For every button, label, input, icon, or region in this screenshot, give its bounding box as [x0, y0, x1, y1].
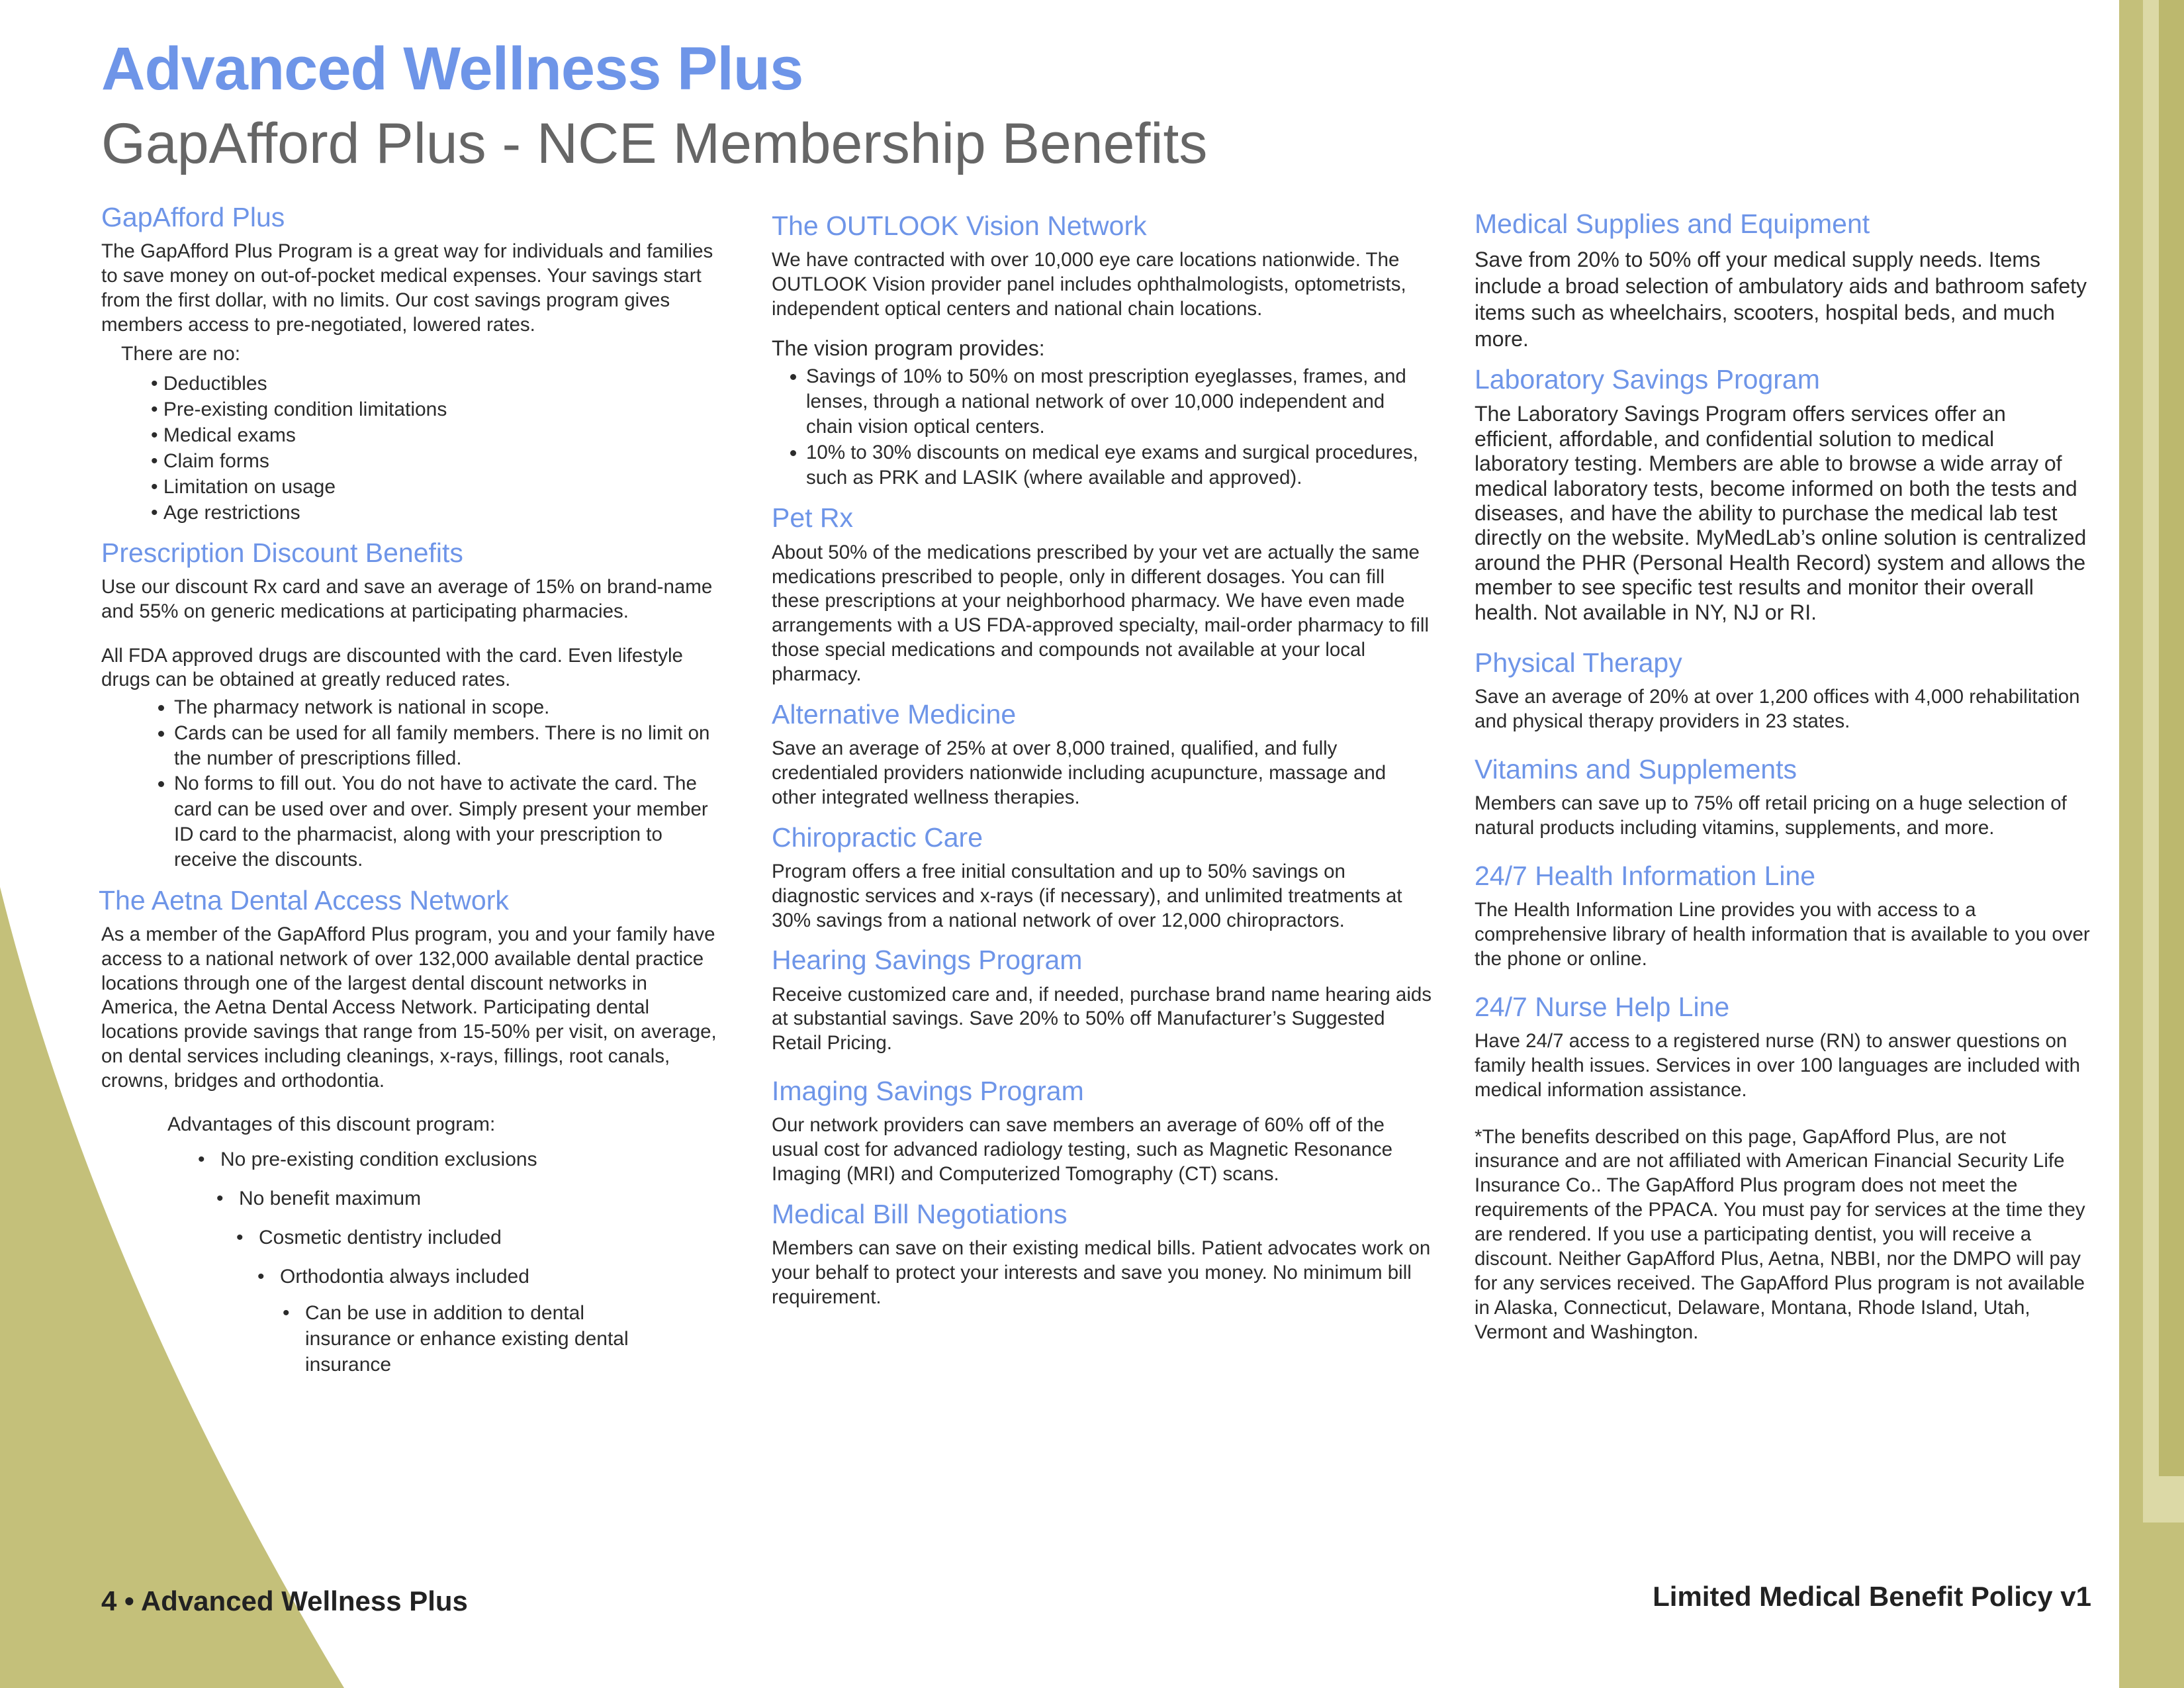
section-body: The Laboratory Savings Program offers se… — [1475, 402, 2087, 624]
footer-page-label: 4 • Advanced Wellness Plus — [101, 1585, 468, 1617]
exclusions-list: Deductibles Pre-existing condition limit… — [101, 371, 717, 526]
section-heading: The Aetna Dental Access Network — [99, 884, 509, 915]
section-body: As a member of the GapAfford Plus progra… — [101, 923, 717, 1092]
section-vitamins: Vitamins and Supplements Members can sav… — [1475, 754, 2090, 841]
section-imaging: Imaging Savings Program Our network prov… — [772, 1076, 1433, 1187]
section-chiropractic: Chiropractic Care Program offers a free … — [772, 822, 1433, 933]
section-nurse-line: 24/7 Nurse Help Line Have 24/7 access to… — [1475, 992, 2090, 1103]
section-heading: Physical Therapy — [1475, 647, 1682, 679]
section-heading: Medical Supplies and Equipment — [1475, 209, 1870, 239]
section-body: About 50% of the medications prescribed … — [772, 541, 1430, 685]
section-body: Save from 20% to 50% off your medical su… — [1475, 248, 2087, 352]
section-dental: The Aetna Dental Access Network As a mem… — [99, 884, 717, 1378]
list-item: Medical exams — [101, 422, 717, 448]
section-body: Receive customized care and, if needed, … — [772, 983, 1432, 1055]
section-body: Have 24/7 access to a registered nurse (… — [1475, 1029, 2081, 1101]
section-bill-negotiations: Medical Bill Negotiations Members can sa… — [772, 1199, 1433, 1310]
list-item: The pharmacy network is national in scop… — [174, 695, 717, 720]
section-heading: 24/7 Health Information Line — [1475, 861, 1816, 891]
brand-title: Advanced Wellness Plus — [101, 35, 803, 103]
list-item: No forms to fill out. You do not have to… — [174, 771, 717, 872]
section-body: Our network providers can save members a… — [772, 1114, 1392, 1186]
list-item: Limitation on usage — [101, 474, 717, 500]
decorative-side-bar-dark — [2159, 0, 2184, 1476]
section-heading: Vitamins and Supplements — [1475, 754, 1797, 785]
list-item: 10% to 30% discounts on medical eye exam… — [806, 440, 1433, 491]
section-body: Save an average of 25% at over 8,000 tra… — [772, 737, 1387, 808]
section-heading: Hearing Savings Program — [772, 945, 1083, 976]
section-body: The GapAfford Plus Program is a great wa… — [101, 240, 713, 336]
section-body: Members can save up to 75% off retail pr… — [1475, 792, 2067, 839]
section-body: We have contracted with over 10,000 eye … — [772, 249, 1406, 320]
list-item: Cosmetic dentistry included — [236, 1225, 717, 1250]
list-item: Claim forms — [101, 448, 717, 474]
section-laboratory: Laboratory Savings Program The Laborator… — [1475, 364, 2090, 625]
section-body: Program offers a free initial consultati… — [772, 860, 1402, 931]
list-item: Orthodontia always included — [257, 1264, 717, 1289]
section-heading: Prescription Discount Benefits — [101, 537, 463, 568]
section-heading: Laboratory Savings Program — [1475, 364, 1820, 395]
section-body: All FDA approved drugs are discounted wi… — [101, 644, 683, 691]
column-middle: The OUTLOOK Vision Network We have contr… — [772, 211, 1433, 1322]
section-gapafford: GapAfford Plus The GapAfford Plus Progra… — [101, 202, 717, 526]
section-vision: The OUTLOOK Vision Network We have contr… — [772, 211, 1433, 491]
section-heading: Pet Rx — [772, 502, 854, 534]
section-heading: Imaging Savings Program — [772, 1076, 1084, 1107]
bullet-list: The pharmacy network is national in scop… — [101, 695, 717, 872]
section-heading: Alternative Medicine — [772, 698, 1017, 729]
list-item: Cards can be used for all family members… — [174, 721, 717, 772]
vision-intro: The vision program provides: — [772, 336, 1045, 360]
section-alternative-medicine: Alternative Medicine Save an average of … — [772, 699, 1433, 810]
list-item: Can be use in addition to dental insuran… — [283, 1300, 649, 1378]
list-item: No pre-existing condition exclusions — [198, 1147, 717, 1172]
section-heading: 24/7 Nurse Help Line — [1475, 991, 1730, 1022]
section-body: The Health Information Line provides you… — [1475, 899, 2090, 970]
section-pet-rx: Pet Rx About 50% of the medications pres… — [772, 502, 1433, 686]
section-prescription: Prescription Discount Benefits Use our d… — [101, 538, 717, 873]
section-health-info-line: 24/7 Health Information Line The Health … — [1475, 861, 2090, 972]
section-heading: GapAfford Plus — [101, 202, 285, 232]
list-item: No benefit maximum — [216, 1186, 717, 1211]
section-medical-supplies: Medical Supplies and Equipment Save from… — [1475, 209, 2090, 352]
page-title: GapAfford Plus - NCE Membership Benefits — [101, 112, 1208, 175]
advantages-title: Advantages of this discount program: — [167, 1113, 496, 1135]
section-heading: The OUTLOOK Vision Network — [772, 211, 1147, 241]
section-heading: Medical Bill Negotiations — [772, 1198, 1068, 1229]
advantages-list: No pre-existing condition exclusions No … — [101, 1147, 717, 1378]
list-item: Savings of 10% to 50% on most prescripti… — [806, 364, 1433, 440]
list-item: Age restrictions — [101, 500, 717, 526]
section-body: Members can save on their existing medic… — [772, 1237, 1431, 1308]
list-item: Pre-existing condition limitations — [101, 397, 717, 422]
disclaimer: *The benefits described on this page, Ga… — [1475, 1125, 2085, 1343]
column-right: Medical Supplies and Equipment Save from… — [1475, 209, 2090, 1344]
section-hearing: Hearing Savings Program Receive customiz… — [772, 945, 1433, 1056]
section-physical-therapy: Physical Therapy Save an average of 20% … — [1475, 647, 2090, 734]
bullet-list: Savings of 10% to 50% on most prescripti… — [772, 364, 1433, 491]
section-body: Save an average of 20% at over 1,200 off… — [1475, 686, 2080, 733]
list-item: Deductibles — [101, 371, 717, 397]
section-heading: Chiropractic Care — [772, 821, 983, 853]
column-left: GapAfford Plus The GapAfford Plus Progra… — [99, 202, 717, 1391]
footer-policy-label: Limited Medical Benefit Policy v1 — [1653, 1581, 2091, 1612]
exclusions-intro: There are no: — [121, 342, 241, 365]
section-body: Use our discount Rx card and save an ave… — [101, 575, 713, 622]
